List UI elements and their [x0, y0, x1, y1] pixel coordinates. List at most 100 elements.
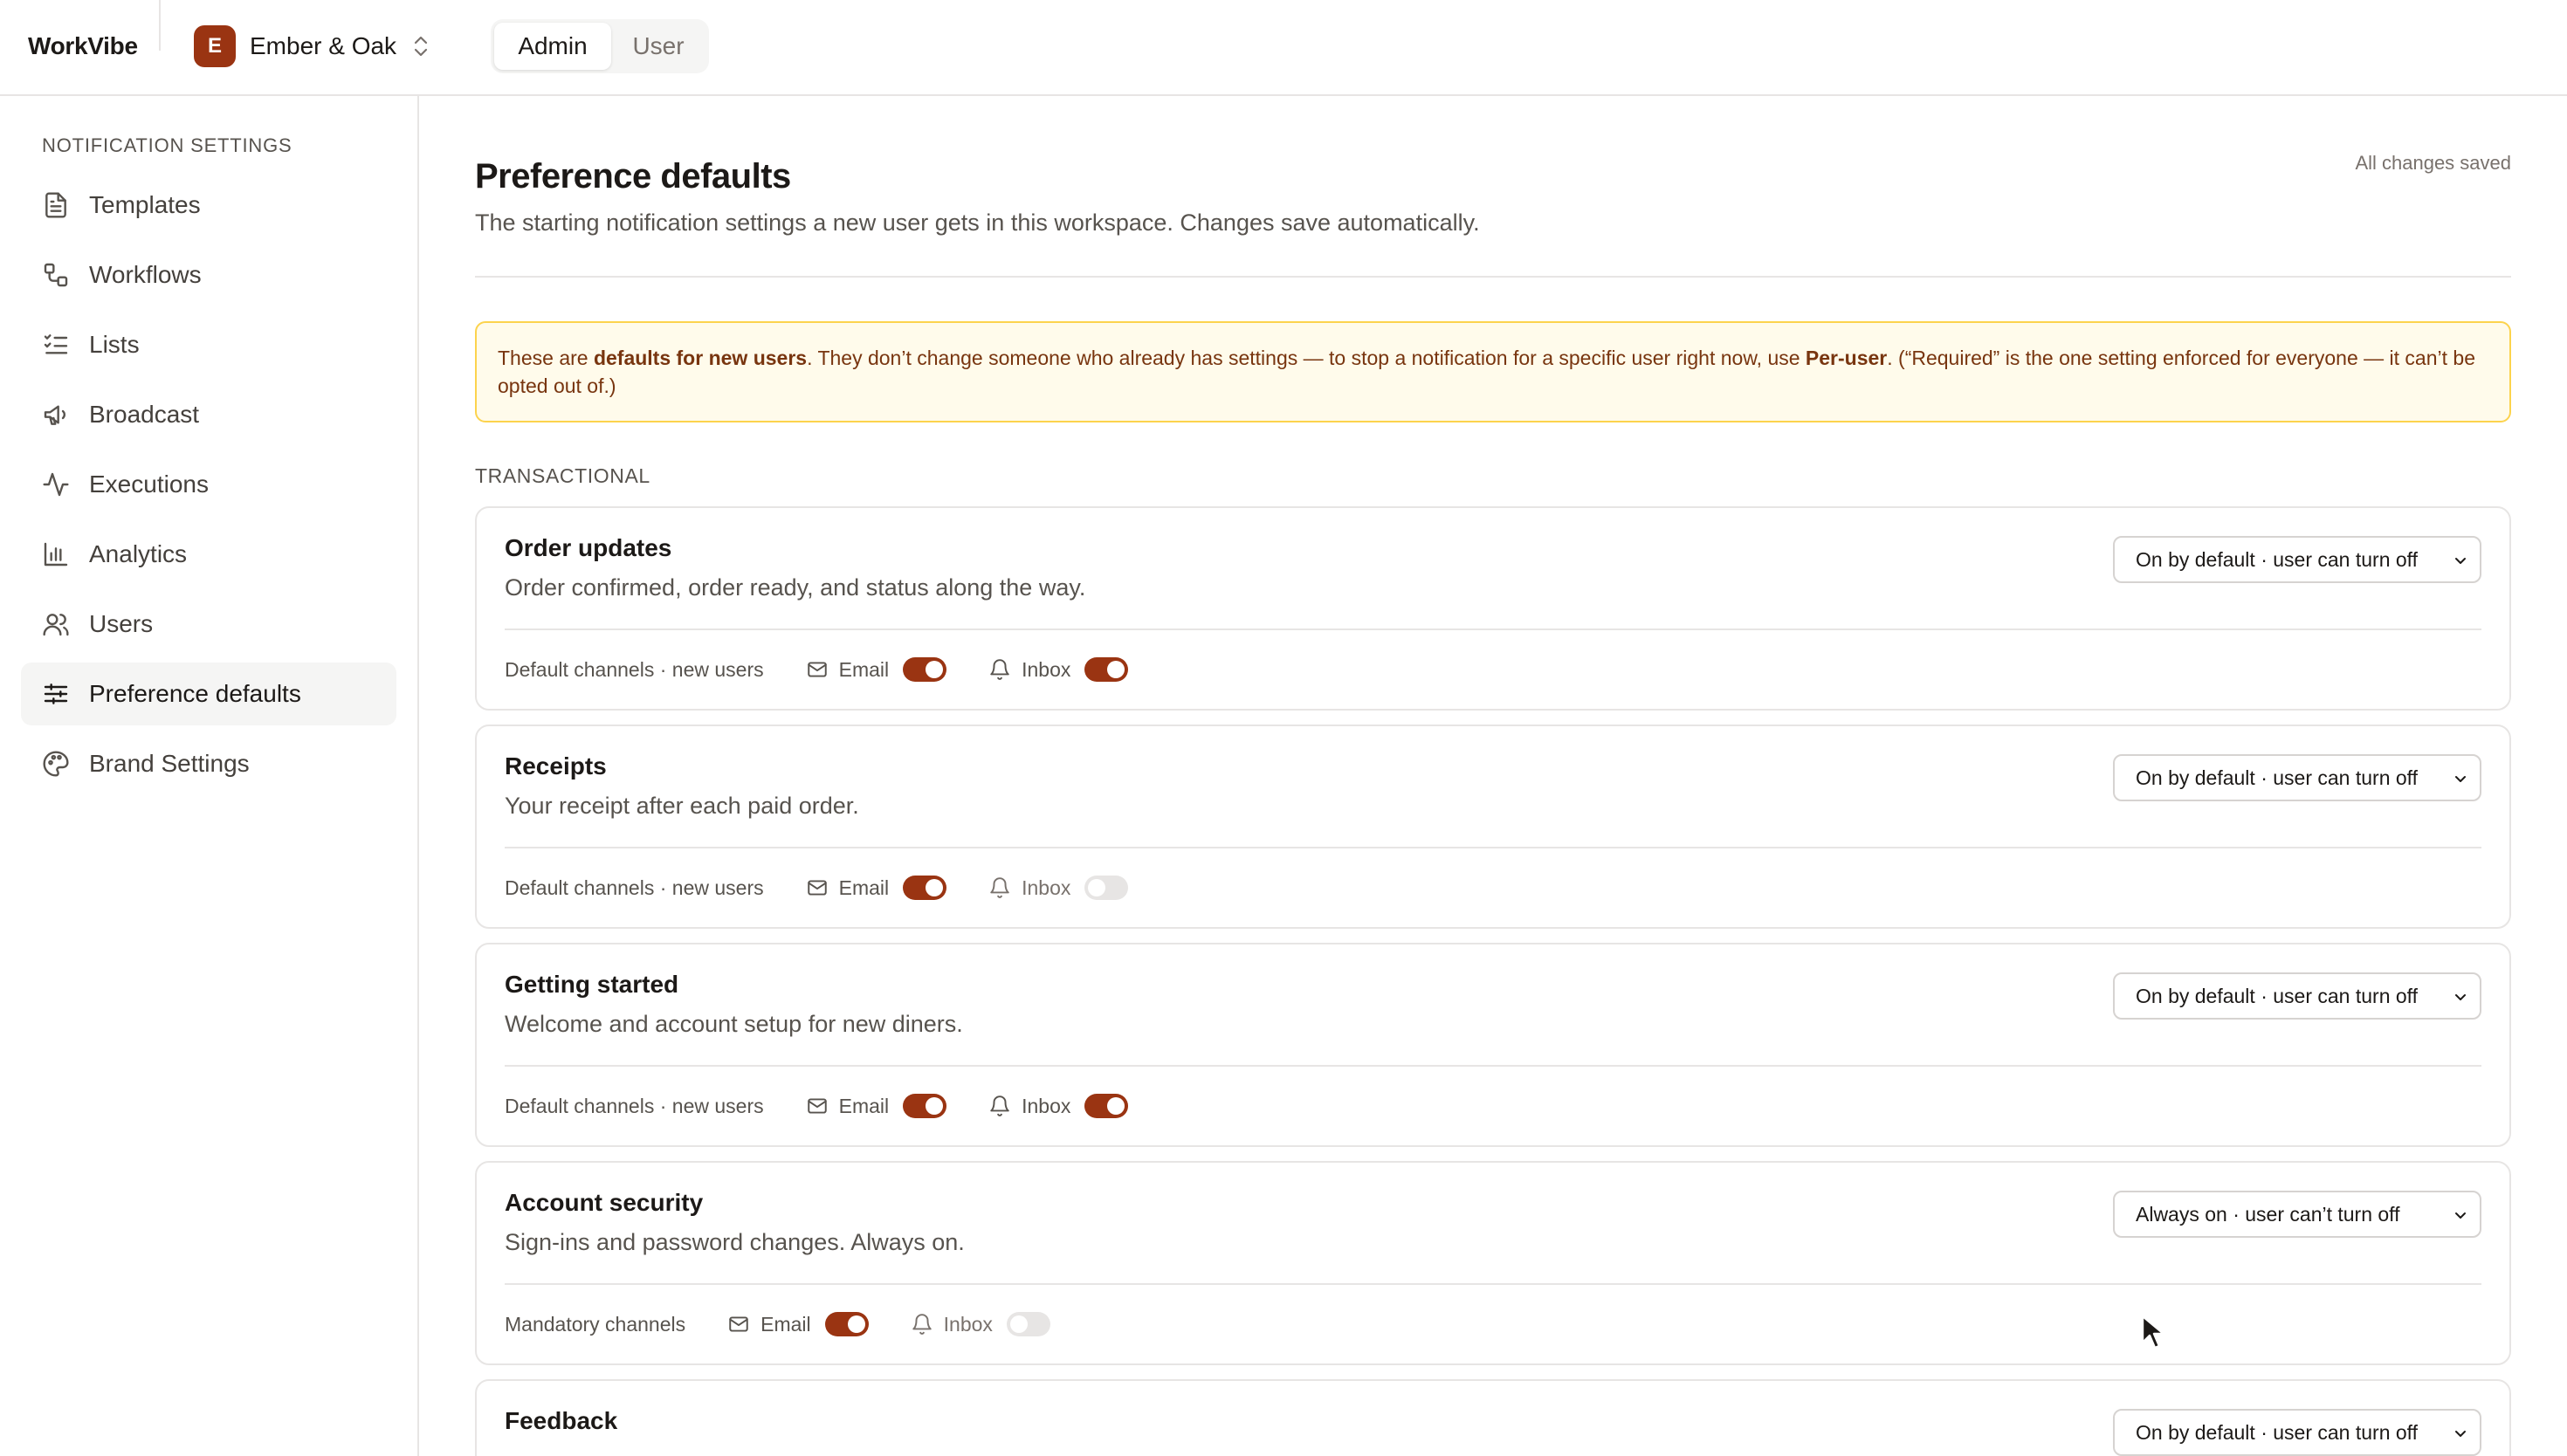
mail-icon — [807, 662, 827, 677]
sidebar-item-label: Users — [89, 610, 154, 637]
workspace-switcher[interactable]: E Ember & Oak — [194, 24, 431, 68]
channel-name: Inbox — [1022, 1094, 1071, 1117]
policy-select-value: On by default · user can turn off — [2136, 547, 2419, 571]
channel-name: Email — [760, 1312, 811, 1336]
notice-text: . They don’t change someone who already … — [807, 347, 1806, 369]
mouse-cursor-icon — [2141, 1315, 2164, 1350]
policy-select[interactable]: On by default · user can turn off — [2113, 754, 2481, 801]
card-title: Receipts — [505, 752, 607, 780]
channels-label: Default channels · new users — [505, 876, 764, 899]
email-toggle[interactable] — [903, 1094, 947, 1118]
sidebar-item-users[interactable]: Users — [21, 593, 396, 656]
sidebar-item-label: Executions — [89, 470, 209, 498]
workspace-name: Ember & Oak — [250, 32, 397, 59]
file-text-icon — [45, 192, 66, 218]
channel-name: Inbox — [943, 1312, 993, 1336]
divider — [475, 276, 2511, 278]
workflow-icon — [44, 263, 68, 287]
sidebar: NOTIFICATION SETTINGS Templates Workflow… — [0, 96, 419, 1456]
channels-row: Default channels · new users Email Inbox — [505, 651, 1170, 688]
save-status: All changes saved — [2355, 152, 2511, 174]
app-logo[interactable]: WorkVibe — [28, 0, 138, 93]
sidebar-item-brand-settings[interactable]: Brand Settings — [21, 732, 396, 795]
channels-row: Mandatory channels Email Inbox — [505, 1306, 1092, 1343]
inbox-toggle[interactable] — [1084, 1094, 1129, 1118]
preference-card: Order updates Order confirmed, order rea… — [475, 506, 2511, 711]
channel-inbox: Inbox — [911, 1312, 1050, 1336]
email-toggle[interactable] — [903, 876, 947, 900]
mail-icon — [729, 1316, 748, 1332]
activity-icon — [43, 472, 69, 497]
channel-inbox: Inbox — [988, 1094, 1129, 1118]
policy-select-value: On by default · user can turn off — [2136, 1420, 2419, 1444]
email-toggle[interactable] — [824, 1312, 869, 1336]
chevron-down-icon — [2455, 1212, 2466, 1219]
notice-text: These are — [498, 347, 594, 369]
preference-card: Getting started Welcome and account setu… — [475, 943, 2511, 1147]
bell-icon — [990, 877, 1009, 898]
sidebar-item-broadcast[interactable]: Broadcast — [21, 383, 396, 446]
inbox-toggle[interactable] — [1084, 657, 1129, 682]
bar-chart-icon — [44, 542, 68, 567]
channels-row: Default channels · new users Email Inbox — [505, 1088, 1170, 1124]
channel-name: Email — [838, 876, 890, 899]
megaphone-icon — [44, 405, 65, 425]
channel-email: Email — [727, 1312, 869, 1336]
channels-label: Mandatory channels — [505, 1312, 686, 1336]
policy-select-value: Always on · user can’t turn off — [2136, 1202, 2400, 1226]
mail-icon — [807, 880, 827, 896]
card-description: Order confirmed, order ready, and status… — [505, 574, 1086, 601]
preference-card: Account security Sign-ins and password c… — [475, 1161, 2511, 1365]
channel-inbox: Inbox — [988, 876, 1129, 900]
sidebar-item-lists[interactable]: Lists — [21, 313, 396, 376]
info-notice: These are defaults for new users. They d… — [475, 321, 2511, 422]
channels-row: Default channels · new users Email Inbox — [505, 869, 1170, 906]
policy-select[interactable]: On by default · user can turn off — [2113, 536, 2481, 583]
users-icon — [43, 614, 69, 636]
preference-card: Receipts Your receipt after each paid or… — [475, 725, 2511, 929]
sidebar-item-label: Lists — [89, 331, 140, 358]
role-toggle: Admin User — [491, 19, 709, 73]
channels-label: Default channels · new users — [505, 657, 764, 681]
sidebar-item-preference-defaults[interactable]: Preference defaults — [21, 663, 396, 725]
policy-select[interactable]: Always on · user can’t turn off — [2113, 1191, 2481, 1238]
policy-select[interactable]: On by default · user can turn off — [2113, 1409, 2481, 1456]
sidebar-item-executions[interactable]: Executions — [21, 453, 396, 516]
card-description: Welcome and account setup for new diners… — [505, 1011, 963, 1037]
sliders-icon — [44, 683, 68, 704]
mail-icon — [807, 1098, 827, 1114]
sidebar-item-label: Analytics — [89, 540, 188, 567]
palette-icon — [43, 751, 69, 777]
policy-select-value: On by default · user can turn off — [2136, 984, 2419, 1007]
channel-name: Inbox — [1022, 657, 1071, 681]
notice-emphasis: Per-user — [1805, 347, 1888, 369]
policy-select-value: On by default · user can turn off — [2136, 766, 2419, 789]
channel-name: Inbox — [1022, 876, 1071, 899]
workspace-avatar: E — [194, 25, 236, 67]
channel-inbox: Inbox — [988, 657, 1129, 682]
role-user-button[interactable]: User — [611, 23, 705, 70]
sidebar-item-templates[interactable]: Templates — [21, 174, 396, 237]
sidebar-item-workflows[interactable]: Workflows — [21, 244, 396, 306]
sidebar-item-label: Templates — [89, 191, 201, 218]
divider — [505, 847, 2481, 848]
divider — [159, 0, 161, 51]
role-admin-button[interactable]: Admin — [494, 23, 611, 70]
card-description: Sign-ins and password changes. Always on… — [505, 1229, 965, 1255]
channels-label: Default channels · new users — [505, 1094, 764, 1117]
sidebar-item-analytics[interactable]: Analytics — [21, 523, 396, 586]
chevron-down-icon — [2455, 558, 2466, 564]
bell-icon — [990, 1095, 1009, 1116]
email-toggle[interactable] — [903, 657, 947, 682]
bell-icon — [990, 659, 1009, 680]
top-bar: WorkVibe E Ember & Oak Admin User — [0, 0, 2567, 96]
policy-select[interactable]: On by default · user can turn off — [2113, 972, 2481, 1020]
page-subtitle: The starting notification settings a new… — [475, 209, 1480, 236]
inbox-toggle[interactable] — [1084, 876, 1129, 900]
card-title: Order updates — [505, 534, 672, 561]
inbox-toggle[interactable] — [1006, 1312, 1050, 1336]
card-title: Account security — [505, 1189, 704, 1216]
card-title: Getting started — [505, 971, 679, 998]
sidebar-item-label: Brand Settings — [89, 750, 250, 777]
channel-email: Email — [806, 876, 947, 900]
